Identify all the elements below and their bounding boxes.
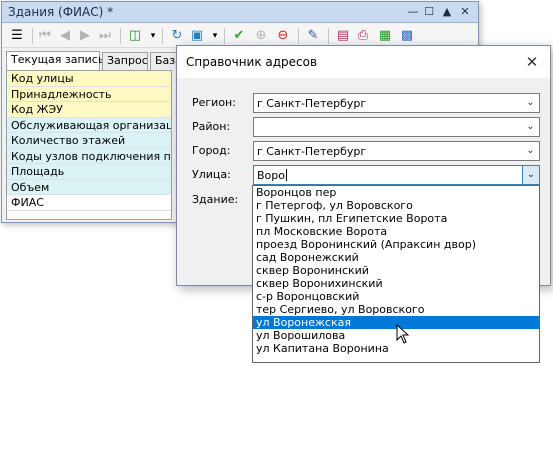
region-value: г Санкт-Петербург — [257, 97, 367, 110]
first-record-icon[interactable]: ⏮ — [36, 27, 54, 45]
filter-icon[interactable]: ◫ — [126, 27, 144, 45]
list-item[interactable]: г Пушкин, пл Египетские Ворота — [253, 212, 539, 225]
list-item[interactable]: ул Ворошилова — [253, 329, 539, 342]
grid-row-service-org[interactable]: Обслуживающая организация — [7, 117, 171, 133]
dialog-titlebar: Справочник адресов ✕ — [177, 46, 550, 78]
minimize-icon[interactable]: — — [406, 5, 420, 19]
record-grid: Код улицы Принадлежность Код ЖЭУ Обслужи… — [6, 70, 172, 220]
confirm-icon[interactable]: ✔ — [230, 27, 248, 45]
chevron-down-icon[interactable]: ▾ — [206, 27, 224, 45]
city-combobox[interactable]: г Санкт-Петербург ⌄ — [253, 141, 540, 161]
grid-row-fias[interactable]: ФИАС — [7, 195, 171, 211]
toolbar-separator — [298, 28, 299, 44]
grid-row-connection-codes[interactable]: Коды узлов подключения потр. — [7, 148, 171, 164]
toolbar-separator — [224, 28, 225, 44]
window-title: Здания (ФИАС) * — [8, 5, 114, 19]
street-combobox[interactable]: Воро ⌄ — [253, 165, 540, 185]
list-item[interactable]: ул Капитана Воронина — [253, 342, 539, 355]
refresh-icon[interactable]: ↻ — [168, 27, 186, 45]
grid-row-area[interactable]: Площадь — [7, 164, 171, 180]
previous-record-icon[interactable]: ◀ — [56, 27, 74, 45]
list-item[interactable]: г Петергоф, ул Воровского — [253, 199, 539, 212]
maximize-icon[interactable]: ☐ — [422, 5, 436, 19]
collapse-up-icon[interactable]: ▲ — [440, 5, 454, 19]
list-item[interactable]: проезд Воронинский (Апраксин двор) — [253, 238, 539, 251]
tab-query[interactable]: Запрос — [102, 52, 148, 70]
building-label: Здание: — [192, 193, 239, 206]
chevron-down-icon[interactable]: ⌄ — [522, 142, 539, 160]
text-caret — [286, 169, 287, 181]
list-icon[interactable]: ☰ — [8, 27, 26, 45]
last-record-icon[interactable]: ⏭ — [96, 27, 114, 45]
list-item[interactable]: пл Московские Ворота — [253, 225, 539, 238]
grid-row-floors[interactable]: Количество этажей — [7, 133, 171, 149]
region-label: Регион: — [192, 96, 236, 109]
close-icon[interactable]: ✕ — [522, 52, 542, 72]
region-combobox[interactable]: г Санкт-Петербург ⌄ — [253, 93, 540, 113]
print-icon[interactable]: ⎙ — [354, 27, 372, 45]
street-label: Улица: — [192, 168, 231, 181]
district-combobox[interactable]: ⌄ — [253, 117, 540, 137]
delete-icon[interactable]: ⊖ — [274, 27, 292, 45]
toolbar-separator — [162, 28, 163, 44]
grid-row-zheu-code[interactable]: Код ЖЭУ — [7, 102, 171, 118]
image-icon[interactable]: ▣ — [188, 27, 206, 45]
street-dropdown-list[interactable]: Воронцов пер г Петергоф, ул Воровского г… — [252, 185, 540, 363]
list-item[interactable]: тер Сергиево, ул Воровского — [253, 303, 539, 316]
toolbar-separator — [32, 28, 33, 44]
next-record-icon[interactable]: ▶ — [76, 27, 94, 45]
list-item[interactable]: сквер Воронихинский — [253, 277, 539, 290]
grid-row-ownership[interactable]: Принадлежность — [7, 86, 171, 102]
toolbar-separator — [328, 28, 329, 44]
chevron-down-icon[interactable]: ▾ — [144, 27, 162, 45]
edit-icon[interactable]: ✎ — [304, 27, 322, 45]
map-icon[interactable]: ▩ — [398, 27, 416, 45]
chevron-down-icon[interactable]: ⌄ — [522, 118, 539, 136]
chevron-down-icon[interactable]: ⌄ — [522, 166, 539, 184]
close-icon[interactable]: ✕ — [458, 5, 472, 19]
toolbar-separator — [120, 28, 121, 44]
street-input[interactable]: Воро — [257, 169, 287, 182]
list-item[interactable]: ул Воронежская — [253, 316, 539, 329]
city-label: Город: — [192, 144, 231, 157]
excel-export-icon[interactable]: ▦ — [376, 27, 394, 45]
street-value: Воро — [257, 169, 285, 182]
window-titlebar: Здания (ФИАС) * — ☐ ▲ ✕ — [2, 2, 478, 23]
grid-row-street-code[interactable]: Код улицы — [7, 71, 171, 87]
list-item[interactable]: Воронцов пер — [253, 186, 539, 199]
list-item[interactable]: сквер Воронинский — [253, 264, 539, 277]
chevron-down-icon[interactable]: ⌄ — [522, 94, 539, 112]
add-icon[interactable]: ⊕ — [252, 27, 270, 45]
grid-row-volume[interactable]: Объем — [7, 179, 171, 195]
list-item[interactable]: с-р Воронцовский — [253, 290, 539, 303]
list-item[interactable]: сад Воронежский — [253, 251, 539, 264]
dialog-title: Справочник адресов — [186, 55, 318, 69]
tab-current-record[interactable]: Текущая запись — [6, 51, 104, 70]
city-value: г Санкт-Петербург — [257, 145, 367, 158]
report-icon[interactable]: ▤ — [334, 27, 352, 45]
district-label: Район: — [192, 120, 231, 133]
